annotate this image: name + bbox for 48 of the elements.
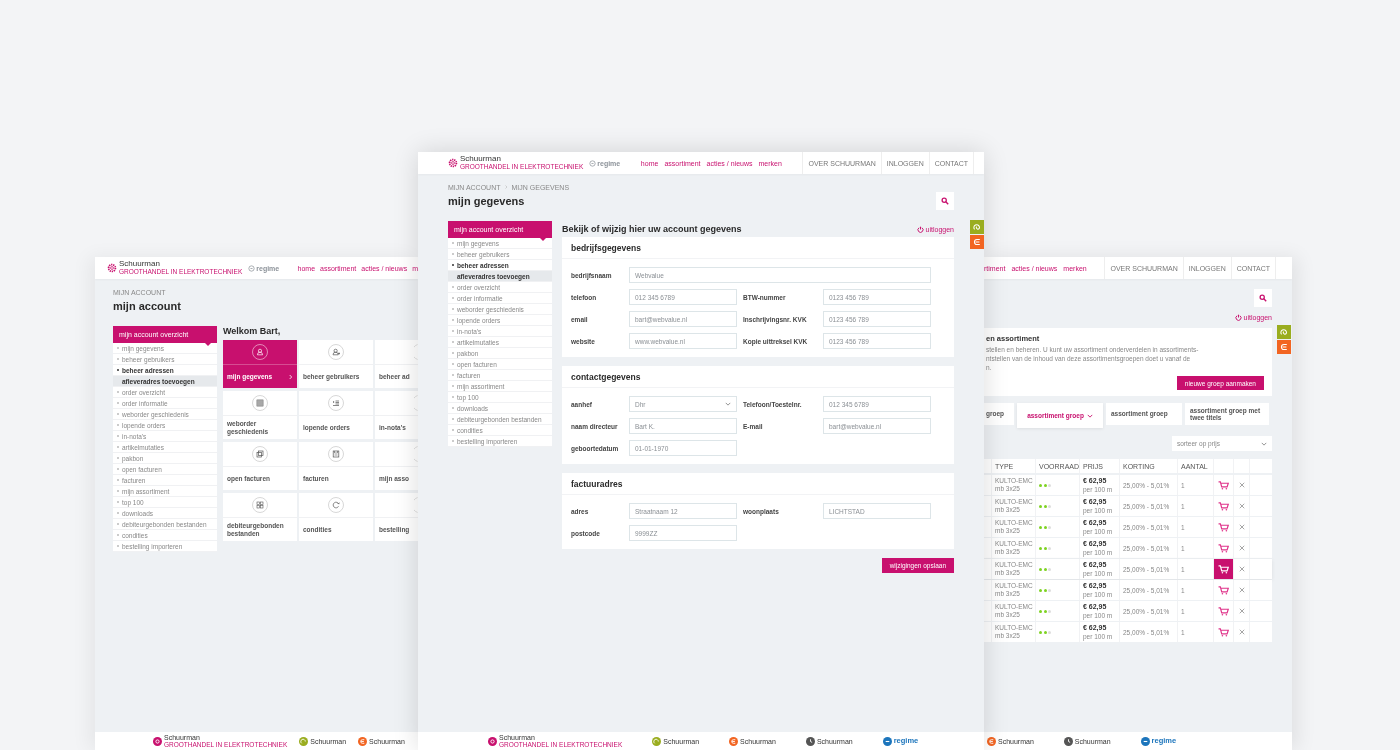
close-icon[interactable]: [1238, 587, 1245, 594]
cart-icon: [1218, 522, 1229, 532]
cart-icon: [1218, 564, 1229, 574]
cart-icon: [1218, 627, 1229, 637]
search-button[interactable]: [1254, 289, 1272, 307]
brand-name: Schuurman: [119, 260, 161, 269]
e-tab[interactable]: [970, 235, 984, 249]
feedback-tab[interactable]: [970, 220, 984, 234]
caret-icon: [1086, 413, 1093, 418]
e-letter-icon: [1280, 343, 1288, 351]
close-icon[interactable]: [1238, 608, 1245, 615]
close-icon[interactable]: [1238, 482, 1245, 489]
form-heading: Bekijk of wijzig hier uw account gegevens: [562, 224, 742, 234]
circle-icon: [248, 264, 256, 272]
circle-icon: [589, 159, 597, 167]
cart-icon: [1218, 606, 1229, 616]
page-title: mijn account: [113, 300, 181, 312]
caret-icon: [1261, 441, 1267, 446]
cart-icon: [1218, 585, 1229, 595]
brand-name: Schuurman: [460, 155, 502, 164]
caret-icon: [725, 402, 731, 406]
search-icon: [941, 197, 949, 205]
close-icon[interactable]: [1238, 629, 1245, 636]
cart-icon: [1218, 480, 1229, 490]
cart-button[interactable]: [1214, 559, 1233, 580]
section-title: bedrijfsgegevens: [562, 237, 954, 259]
power-icon: [916, 225, 924, 233]
cart-icon: [1218, 501, 1229, 511]
welcome-heading: Welkom Bart,: [223, 326, 282, 338]
swirl-icon: [973, 223, 981, 231]
gear-icon: [107, 263, 117, 273]
section-title: contactgegevens: [562, 366, 954, 388]
close-icon[interactable]: [1238, 524, 1245, 531]
close-icon[interactable]: [1238, 503, 1245, 510]
e-tab[interactable]: [1277, 340, 1291, 354]
e-letter-icon: [973, 238, 981, 246]
power-icon: [1234, 314, 1242, 321]
page-title: mijn gegevens: [448, 195, 525, 207]
chevron-icon: [289, 373, 293, 380]
section-title: factuuradres: [562, 473, 954, 495]
search-button[interactable]: [936, 192, 954, 210]
close-icon[interactable]: [1238, 566, 1245, 573]
search-icon: [1259, 294, 1267, 302]
close-icon[interactable]: [1238, 545, 1245, 552]
gear-icon: [448, 158, 458, 168]
feedback-tab[interactable]: [1277, 325, 1291, 339]
swirl-icon: [1280, 328, 1288, 336]
cart-icon: [1218, 543, 1229, 553]
